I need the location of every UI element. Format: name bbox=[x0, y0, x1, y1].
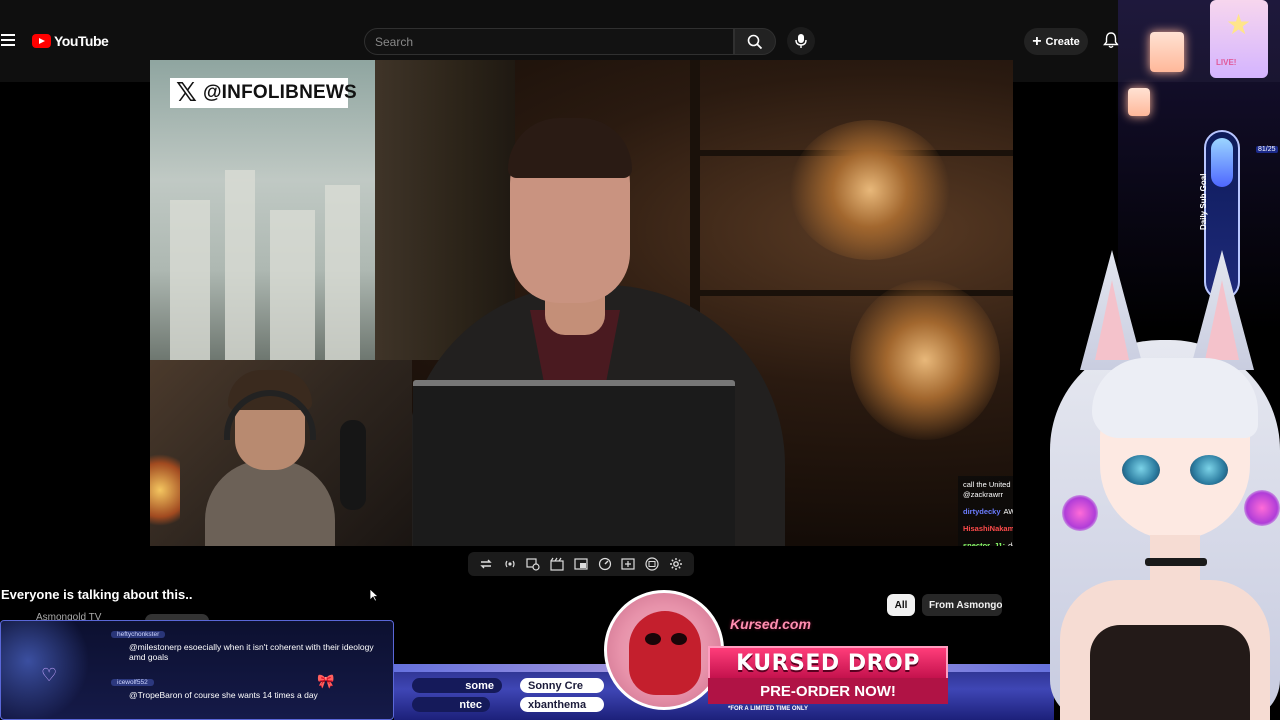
create-label: Create bbox=[1045, 35, 1080, 48]
vtuber-eye bbox=[1190, 455, 1228, 485]
search-field[interactable] bbox=[364, 28, 734, 55]
x-handle-text: @INFOLIBNEWS bbox=[202, 82, 357, 103]
create-button[interactable]: + Create bbox=[1024, 28, 1088, 55]
ticker-name: xbanthema bbox=[520, 697, 604, 712]
chat-username: icewolf552 bbox=[111, 679, 154, 686]
flower-icon bbox=[1062, 495, 1098, 531]
video-chat-text: AWFUL MAN bbox=[1003, 507, 1013, 516]
video-chat-username: spector_J1: bbox=[963, 541, 1006, 546]
chat-message: heftychonkster @milestonerp esoecially w… bbox=[93, 623, 383, 662]
video-chat-message: spector_J1:don't trust them Trumpo bbox=[963, 541, 1013, 546]
video-chat-message: HisashiNakamuraXshut up ben bbox=[963, 524, 1013, 534]
merch-ad[interactable]: Kursed.com KURSED DROP PRE-ORDER NOW! *F… bbox=[708, 610, 948, 714]
menu-icon[interactable] bbox=[1, 34, 15, 46]
feed-icon[interactable] bbox=[525, 556, 541, 572]
search-icon bbox=[747, 34, 763, 49]
clapperboard-icon[interactable] bbox=[549, 556, 565, 572]
microphone bbox=[340, 420, 366, 510]
video-title[interactable]: Everyone is talking about this.. bbox=[1, 587, 192, 602]
lantern-icon bbox=[1128, 88, 1150, 116]
video-chat-message: dirtydeckyAWFUL MAN bbox=[963, 507, 1013, 517]
vtuber-outfit bbox=[1090, 625, 1250, 720]
choker bbox=[1145, 558, 1207, 566]
video-chat-username: dirtydecky bbox=[963, 507, 1001, 516]
plush-image bbox=[604, 590, 724, 710]
video-chat-username: HisashiNakamuraX bbox=[963, 524, 1013, 533]
laptop bbox=[413, 380, 735, 546]
chat-text: @TropeBaron of course she wants 14 times… bbox=[129, 690, 318, 700]
ticker-name: some bbox=[412, 678, 502, 693]
youtube-play-icon bbox=[32, 34, 51, 48]
microphone-icon bbox=[795, 34, 807, 48]
vtuber-bangs bbox=[1092, 358, 1258, 438]
mouse-cursor-icon bbox=[369, 588, 379, 602]
x-handle-badge: 𝕏 @INFOLIBNEWS bbox=[170, 78, 357, 108]
bell-icon bbox=[1103, 31, 1119, 48]
player-controls bbox=[468, 552, 694, 576]
video-chat-overlay: call the United States big Satan and Isr… bbox=[958, 476, 1013, 546]
preorder-button[interactable]: PRE-ORDER NOW! bbox=[708, 678, 948, 704]
video-chat-text: don't trust them Trumpo bbox=[1008, 541, 1013, 546]
screenshot-icon[interactable] bbox=[644, 556, 660, 572]
resize-icon[interactable] bbox=[573, 556, 589, 572]
voice-search-button[interactable] bbox=[787, 27, 815, 55]
ticker-name: ntec bbox=[412, 697, 490, 712]
search-input[interactable] bbox=[375, 34, 723, 49]
host-hair bbox=[508, 118, 632, 178]
sub-goal-fill bbox=[1211, 138, 1233, 187]
search-button[interactable] bbox=[734, 28, 776, 55]
lantern-icon bbox=[1150, 32, 1184, 72]
star-icon: ★ bbox=[1226, 9, 1252, 40]
merch-title: KURSED DROP bbox=[708, 646, 948, 680]
ticker-name: Sonny Cre bbox=[520, 678, 604, 693]
loop-icon[interactable] bbox=[478, 556, 494, 572]
merch-note: *FOR A LIMITED TIME ONLY bbox=[727, 706, 808, 712]
plus-icon: + bbox=[1032, 32, 1042, 50]
live-label: LIVE! bbox=[1216, 58, 1237, 67]
heart-icon: ♡ bbox=[41, 665, 58, 685]
chat-text: @milestonerp esoecially when it isn't co… bbox=[129, 642, 374, 662]
chat-username: heftychonkster bbox=[111, 631, 166, 638]
x-logo-icon: 𝕏 bbox=[176, 78, 197, 108]
bow-icon: 🎀 bbox=[317, 673, 335, 689]
video-chat-text: call the United States big Satan and Isr… bbox=[963, 480, 1013, 499]
stream-chat-widget: ♡ heftychonkster @milestonerp esoecially… bbox=[0, 620, 394, 720]
sub-goal-label: Daily Sub Goal bbox=[1199, 173, 1208, 230]
add-queue-icon[interactable] bbox=[620, 556, 636, 572]
brand-wordmark: YouTube bbox=[54, 33, 109, 49]
flower-icon bbox=[1244, 490, 1280, 526]
video-chat-message: call the United States big Satan and Isr… bbox=[963, 480, 1013, 500]
vtuber-avatar bbox=[1040, 240, 1280, 720]
youtube-logo[interactable]: YouTube bbox=[32, 33, 109, 49]
streamer-webcam bbox=[150, 360, 412, 546]
settings-icon[interactable] bbox=[668, 556, 684, 572]
speed-icon[interactable] bbox=[597, 556, 613, 572]
merch-site: Kursed.com bbox=[730, 616, 811, 632]
warm-light bbox=[790, 120, 950, 260]
broadcast-icon[interactable] bbox=[502, 556, 518, 572]
sub-goal-count: 81/25 bbox=[1256, 146, 1278, 153]
streamer-body bbox=[205, 460, 335, 546]
chat-message: icewolf552 @TropeBaron of course she wan… bbox=[93, 671, 383, 700]
vtuber-eye bbox=[1122, 455, 1160, 485]
